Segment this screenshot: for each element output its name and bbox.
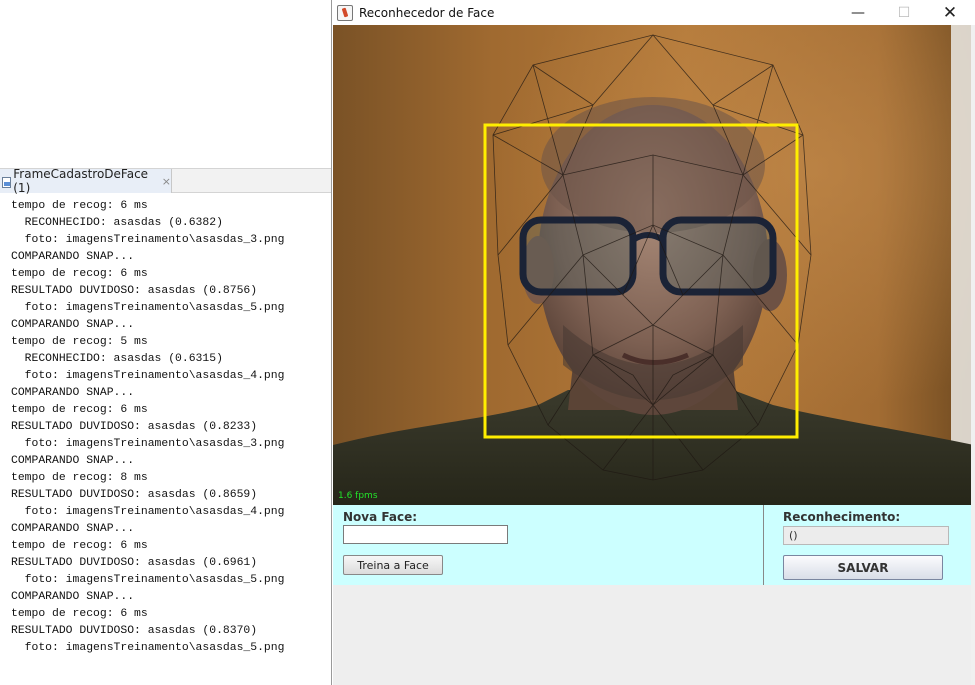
empty-area [333, 585, 973, 685]
train-face-button[interactable]: Treina a Face [343, 555, 443, 575]
console-line: tempo de recog: 6 ms [11, 200, 148, 212]
console-line: COMPARANDO SNAP... [11, 591, 135, 603]
console-tab-strip: FrameCadastroDeFace (1) × [0, 167, 332, 195]
tab-console-output[interactable]: FrameCadastroDeFace (1) × [0, 167, 172, 195]
console-line: foto: imagensTreinamento\asasdas_5.png [11, 574, 285, 586]
console-line: tempo de recog: 5 ms [11, 336, 148, 348]
console-line: foto: imagensTreinamento\asasdas_3.png [11, 234, 285, 246]
console-line: foto: imagensTreinamento\asasdas_3.png [11, 438, 285, 450]
console-line: tempo de recog: 6 ms [11, 608, 148, 620]
desktop: FrameCadastroDeFace (1) × tempo de recog… [0, 0, 975, 685]
console-line: tempo de recog: 6 ms [11, 540, 148, 552]
console-line: RESULTADO DUVIDOSO: asasdas (0.8233) [11, 421, 258, 433]
console-line: RESULTADO DUVIDOSO: asasdas (0.8370) [11, 625, 258, 637]
reconhecimento-field: () [783, 526, 949, 545]
window-title: Reconhecedor de Face [359, 5, 495, 20]
console-line: foto: imagensTreinamento\asasdas_5.png [11, 302, 285, 314]
console-line: RECONHECIDO: asasdas (0.6315) [11, 353, 223, 365]
console-tab-label: FrameCadastroDeFace (1) [13, 167, 149, 195]
camera-view: 1.6 fpms [333, 25, 974, 505]
minimize-button[interactable]: — [835, 0, 881, 25]
console-line: COMPARANDO SNAP... [11, 455, 135, 467]
fps-label: 1.6 fpms [338, 491, 378, 501]
console-line: RESULTADO DUVIDOSO: asasdas (0.8659) [11, 489, 258, 501]
console-line: RESULTADO DUVIDOSO: asasdas (0.6961) [11, 557, 258, 569]
console-line: tempo de recog: 6 ms [11, 268, 148, 280]
app-window: Reconhecedor de Face — ☐ ✕ 1.6 fpms Nova… [331, 0, 975, 685]
close-icon[interactable]: × [162, 175, 171, 188]
console-line: foto: imagensTreinamento\asasdas_4.png [11, 370, 285, 382]
console-line: COMPARANDO SNAP... [11, 387, 135, 399]
camera-frame [333, 25, 974, 505]
console-line: tempo de recog: 6 ms [11, 404, 148, 416]
console-line: foto: imagensTreinamento\asasdas_5.png [11, 642, 285, 654]
controls-panel: Nova Face: Treina a Face Reconhecimento:… [333, 505, 973, 585]
divider [763, 505, 764, 585]
console-line: COMPARANDO SNAP... [11, 523, 135, 535]
console-line: RESULTADO DUVIDOSO: asasdas (0.8756) [11, 285, 258, 297]
maximize-button[interactable]: ☐ [881, 0, 927, 25]
nova-face-label: Nova Face: [343, 510, 418, 524]
console-line: foto: imagensTreinamento\asasdas_4.png [11, 506, 285, 518]
console-line: RECONHECIDO: asasdas (0.6382) [11, 217, 223, 229]
java-cup-icon [337, 4, 353, 21]
console-output[interactable]: tempo de recog: 6 ms RECONHECIDO: asasda… [0, 194, 332, 685]
console-line: tempo de recog: 8 ms [11, 472, 148, 484]
reconhecimento-label: Reconhecimento: [783, 510, 901, 524]
console-line: COMPARANDO SNAP... [11, 251, 135, 263]
console-icon [2, 175, 12, 188]
nova-face-input[interactable] [343, 525, 508, 544]
close-button[interactable]: ✕ [927, 0, 973, 25]
console-line: COMPARANDO SNAP... [11, 319, 135, 331]
background-window-edge [971, 25, 975, 685]
title-bar[interactable]: Reconhecedor de Face — ☐ ✕ [332, 0, 975, 25]
save-button[interactable]: SALVAR [783, 555, 943, 580]
